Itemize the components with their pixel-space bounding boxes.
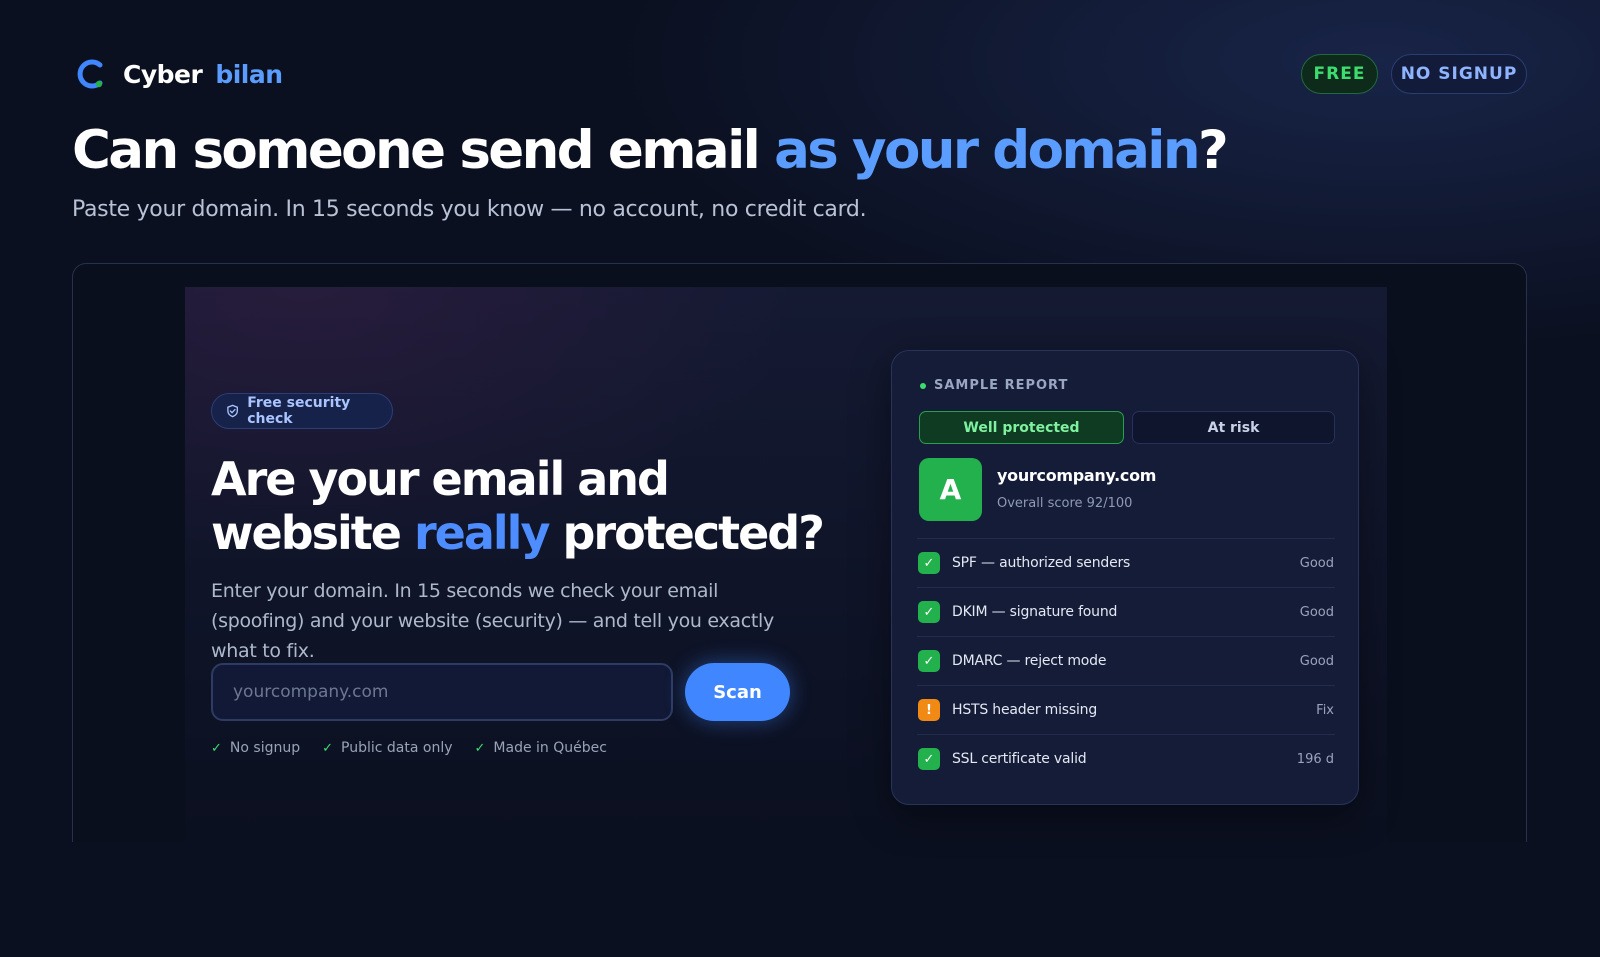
check-icon: ✓ [322, 740, 334, 756]
check-icon: ✓ [474, 740, 486, 756]
check-row-hsts: ! HSTS header missing Fix [917, 685, 1335, 734]
check-label: DMARC — reject mode [952, 653, 1107, 669]
trust-item-label: Made in Québec [493, 740, 607, 756]
check-row-spf: ✓ SPF — authorized senders Good [917, 538, 1335, 587]
warning-icon: ! [918, 699, 940, 721]
check-icon: ✓ [918, 601, 940, 623]
check-row-dmarc: ✓ DMARC — reject mode Good [917, 636, 1335, 685]
scan-button[interactable]: Scan [685, 663, 790, 721]
logo[interactable]: Cyber bilan [73, 52, 283, 96]
check-status: 196 d [1296, 751, 1334, 767]
free-check-pill: Free security check [211, 393, 393, 429]
no-signup-badge: NO SIGNUP [1391, 54, 1527, 94]
check-label: HSTS header missing [952, 702, 1098, 718]
check-status: Good [1299, 555, 1334, 571]
report-score: Overall score 92/100 [997, 496, 1133, 511]
trust-item: ✓ Public data only [322, 740, 452, 756]
trust-item: ✓ No signup [211, 740, 300, 756]
check-icon: ✓ [211, 740, 222, 756]
logo-word-cyber: Cyber [123, 59, 203, 89]
grade-badge: A [919, 458, 982, 521]
headline-accent: as your domain [774, 120, 1200, 181]
check-row-dkim: ✓ DKIM — signature found Good [917, 587, 1335, 636]
check-list: ✓ SPF — authorized senders Good ✓ DKIM —… [917, 538, 1335, 783]
status-dot-icon [920, 382, 926, 389]
check-status: Good [1299, 604, 1334, 620]
tab-at-risk[interactable]: At risk [1132, 411, 1335, 444]
frame-fade [60, 842, 1540, 957]
page-subtitle: Paste your domain. In 15 seconds you kno… [72, 197, 867, 222]
top-bar: Cyber bilan FREE NO SIGNUP [73, 52, 1527, 96]
check-icon: ✓ [918, 748, 940, 770]
trust-item: ✓ Made in Québec [475, 740, 607, 756]
check-status: Good [1299, 653, 1334, 669]
hero-title: Are your email and website really protec… [211, 452, 851, 560]
logo-c-icon [77, 59, 103, 89]
headline-text: Can someone send email [72, 120, 775, 181]
check-label: DKIM — signature found [952, 604, 1118, 620]
check-row-ssl: ✓ SSL certificate valid 196 d [917, 734, 1335, 783]
shield-check-icon [227, 404, 238, 418]
check-icon: ✓ [918, 650, 940, 672]
report-label-text: SAMPLE REPORT [934, 378, 1069, 393]
hero-title-end: protected? [548, 506, 824, 560]
sample-report-card: SAMPLE REPORT Well protected At risk A y… [891, 350, 1359, 805]
hero-description: Enter your domain. In 15 seconds we chec… [211, 580, 774, 662]
hero-title-accent: really [413, 506, 550, 560]
trust-list: ✓ No signup ✓ Public data only ✓ Made in Qu… [211, 740, 629, 756]
free-badge: FREE [1301, 54, 1378, 94]
pill-label: Free security check [247, 395, 351, 427]
trust-item-label: Public data only [341, 740, 453, 756]
check-label: SSL certificate valid [952, 751, 1087, 767]
report-site-name: yourcompany.com [997, 466, 1157, 485]
page-headline: Can someone send email as your domain? [72, 120, 1229, 181]
logo-word-bilan: bilan [215, 59, 283, 89]
check-icon: ✓ [918, 552, 940, 574]
check-label: SPF — authorized senders [952, 555, 1131, 571]
report-label: SAMPLE REPORT [920, 378, 1068, 393]
check-status: Fix [1316, 702, 1334, 718]
headline-end: ? [1197, 120, 1229, 181]
domain-input[interactable] [211, 663, 673, 721]
trust-item-label: No signup [229, 740, 301, 756]
tab-well-protected[interactable]: Well protected [919, 411, 1124, 444]
